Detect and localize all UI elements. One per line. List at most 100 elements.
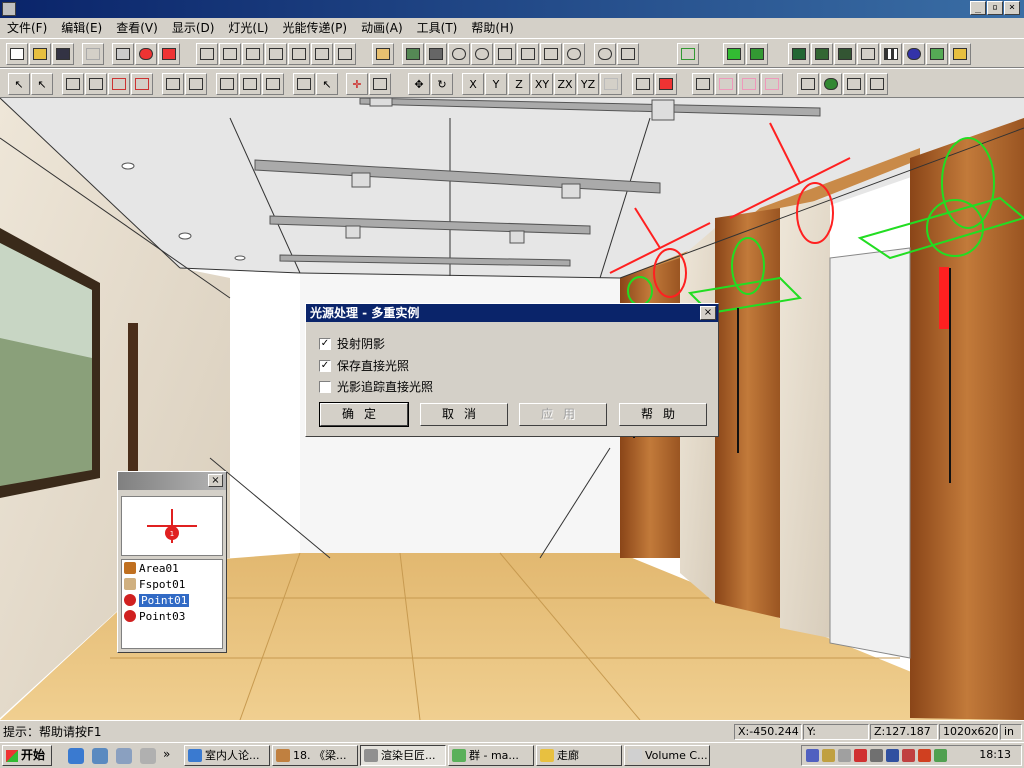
material-sphere-icon[interactable] <box>903 43 925 65</box>
maximize-button[interactable]: ▫ <box>987 1 1003 15</box>
messenger-icon[interactable] <box>886 749 899 762</box>
help-icon[interactable] <box>135 43 157 65</box>
plane-xy-button[interactable]: XY <box>531 73 553 95</box>
task-button[interactable]: 走廊 <box>536 745 622 766</box>
light-list-item[interactable]: Point03 <box>122 608 222 624</box>
select-region-remove-icon[interactable] <box>108 73 130 95</box>
material-checker-icon[interactable] <box>880 43 902 65</box>
zoom-extents-icon[interactable] <box>448 43 470 65</box>
camera-icon[interactable] <box>843 73 865 95</box>
context-help-icon[interactable] <box>158 43 180 65</box>
select-region-icon[interactable] <box>62 73 84 95</box>
downloader-icon[interactable] <box>902 749 915 762</box>
start-button[interactable]: 开始 <box>2 745 52 766</box>
dolly-icon[interactable] <box>517 43 539 65</box>
hierarchy-icon[interactable] <box>369 73 391 95</box>
store-direct-light-option[interactable]: ✓ 保存直接光照 <box>319 357 409 374</box>
task-button[interactable]: 18. 《梁... <box>272 745 358 766</box>
select-copy-icon[interactable] <box>162 73 184 95</box>
help-button[interactable]: 帮助 <box>619 403 707 426</box>
move-icon[interactable]: ✥ <box>408 73 430 95</box>
axis-y-button[interactable]: Y <box>485 73 507 95</box>
zoom-region-icon[interactable] <box>594 43 616 65</box>
ie-browser-icon[interactable] <box>68 748 84 764</box>
print-icon[interactable] <box>112 43 134 65</box>
cast-shadows-option[interactable]: ✓ 投射阴影 <box>319 335 385 352</box>
figure-run-icon[interactable] <box>715 73 737 95</box>
raytrace-direct-light-checkbox[interactable] <box>319 380 331 393</box>
task-button[interactable]: Volume C... <box>624 745 710 766</box>
camera-orbit-icon[interactable] <box>425 43 447 65</box>
select-paste-icon[interactable] <box>185 73 207 95</box>
layers-icon[interactable] <box>797 73 819 95</box>
undo-icon[interactable] <box>82 43 104 65</box>
wireframe-icon[interactable] <box>677 43 699 65</box>
raytrace-direct-light-option[interactable]: 光影追踪直接光照 <box>319 378 433 395</box>
shaded-edges-icon[interactable] <box>746 43 768 65</box>
axis-x-button[interactable]: X <box>462 73 484 95</box>
update-icon[interactable] <box>934 749 947 762</box>
select-query-icon[interactable]: ↖ <box>31 73 53 95</box>
view-cube-icon[interactable] <box>196 43 218 65</box>
shaded-icon[interactable] <box>723 43 745 65</box>
cube-view-5-icon[interactable] <box>311 43 333 65</box>
light-panel-close-button[interactable]: × <box>208 474 223 487</box>
cube-view-4-icon[interactable] <box>288 43 310 65</box>
menu-view[interactable]: 查看(V) <box>109 18 165 38</box>
roll-icon[interactable] <box>540 43 562 65</box>
quicklaunch-more[interactable]: » <box>163 747 170 761</box>
light-target-icon[interactable] <box>811 43 833 65</box>
close-window-button[interactable]: × <box>1004 1 1020 15</box>
printer-icon[interactable] <box>870 749 883 762</box>
media-icon[interactable] <box>140 748 156 764</box>
plane-zx-button[interactable]: ZX <box>554 73 576 95</box>
move-gizmo-icon[interactable]: ✛ <box>346 73 368 95</box>
menu-file[interactable]: 文件(F) <box>0 18 54 38</box>
task-button-active[interactable]: 渲染巨匠... <box>360 745 446 766</box>
select-none-icon[interactable] <box>131 73 153 95</box>
render-icon[interactable] <box>372 43 394 65</box>
task-button[interactable]: 群 - ma... <box>448 745 534 766</box>
figure-jump-icon[interactable] <box>761 73 783 95</box>
select-object-icon[interactable] <box>239 73 261 95</box>
material-map-icon[interactable] <box>926 43 948 65</box>
batch-icon[interactable] <box>866 73 888 95</box>
rotate-icon[interactable]: ↻ <box>431 73 453 95</box>
figure-walk-icon[interactable] <box>692 73 714 95</box>
select-surface-icon[interactable] <box>216 73 238 95</box>
snap-icon[interactable] <box>655 73 677 95</box>
menu-display[interactable]: 显示(D) <box>165 18 222 38</box>
cube-view-2-icon[interactable] <box>242 43 264 65</box>
open-folder-icon[interactable] <box>29 43 51 65</box>
zoom-window-icon[interactable] <box>617 43 639 65</box>
globe-icon[interactable] <box>820 73 842 95</box>
light-list-item[interactable]: Area01 <box>122 560 222 576</box>
camera-walk-icon[interactable] <box>402 43 424 65</box>
outlook-icon[interactable] <box>92 748 108 764</box>
antivirus-icon[interactable] <box>854 749 867 762</box>
cube-view-3-icon[interactable] <box>265 43 287 65</box>
cube-view-6-icon[interactable] <box>334 43 356 65</box>
dialog-close-button[interactable]: × <box>700 306 716 320</box>
menu-help[interactable]: 帮助(H) <box>464 18 520 38</box>
menu-animation[interactable]: 动画(A) <box>354 18 410 38</box>
plane-yz-button[interactable]: YZ <box>577 73 599 95</box>
task-button[interactable]: 室内人论... <box>184 745 270 766</box>
cancel-button[interactable]: 取消 <box>420 403 508 426</box>
desktop-icon[interactable] <box>116 748 132 764</box>
menu-tools[interactable]: 工具(T) <box>410 18 465 38</box>
menu-lights[interactable]: 灯光(L) <box>221 18 275 38</box>
save-icon[interactable] <box>52 43 74 65</box>
cast-shadows-checkbox[interactable]: ✓ <box>319 337 331 350</box>
axis-z-button[interactable]: Z <box>508 73 530 95</box>
store-direct-light-checkbox[interactable]: ✓ <box>319 359 331 372</box>
material-folder-icon[interactable] <box>949 43 971 65</box>
menu-radiosity[interactable]: 光能传递(P) <box>275 18 354 38</box>
input-method-icon[interactable] <box>822 749 835 762</box>
security-icon[interactable] <box>918 749 931 762</box>
select-region-add-icon[interactable] <box>85 73 107 95</box>
select-mode-icon[interactable]: ↖ <box>316 73 338 95</box>
volume-icon[interactable] <box>838 749 851 762</box>
new-file-icon[interactable] <box>6 43 28 65</box>
animation-toggle-icon[interactable] <box>600 73 622 95</box>
